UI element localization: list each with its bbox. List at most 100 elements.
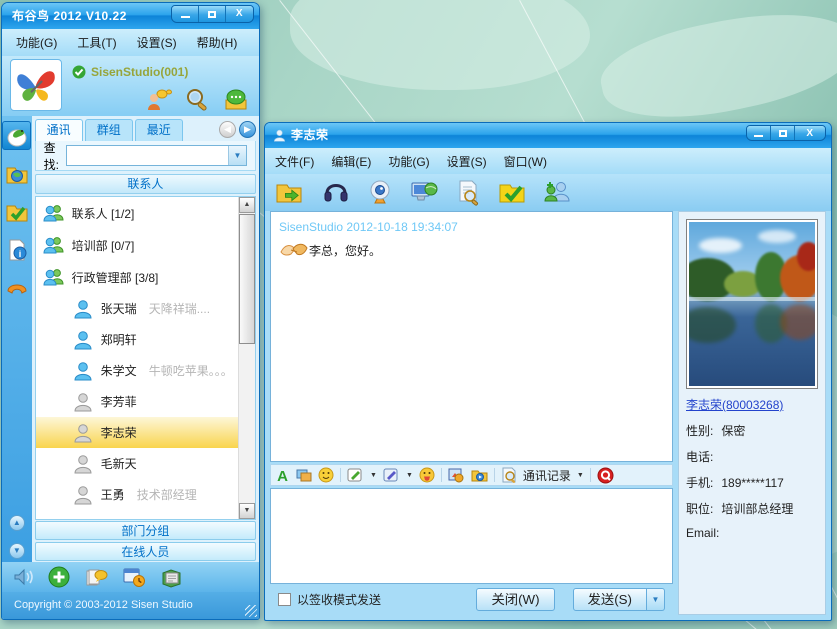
tab-qunzu[interactable]: 群组 [85,119,133,141]
chevron-down-icon[interactable]: ▼ [370,472,377,479]
contact-name: 张天瑞 [101,300,137,317]
menu-gongneng[interactable]: 功能(G) [388,153,429,170]
speaker-icon[interactable] [12,567,34,587]
menu-shezhi[interactable]: 设置(S) [137,34,177,51]
menu-bangzhu[interactable]: 帮助(H) [197,34,238,51]
message-box-icon[interactable] [223,88,249,112]
contacts-scrollbar[interactable]: ▲ ▼ [238,197,255,519]
history-search-icon[interactable] [455,179,481,206]
search-dropdown-button[interactable]: ▼ [228,146,246,165]
rail-phone-button[interactable] [2,273,31,302]
menu-bianji[interactable]: 编辑(E) [331,153,371,170]
screen-capture-icon[interactable] [448,467,465,483]
resize-grip[interactable] [245,605,257,617]
self-status[interactable]: SisenStudio(001) [72,65,188,79]
rail-tasks-button[interactable] [2,197,31,226]
blue-pen-icon[interactable] [383,467,400,483]
butterfly-avatar-icon [14,63,58,107]
tongue-emoticon-icon[interactable] [419,467,435,483]
photo-autumn-tree [797,242,815,272]
green-pen-icon[interactable] [347,467,364,483]
rail-scroll-up-button[interactable]: ▲ [9,515,25,531]
send-button[interactable]: 发送(S) [573,588,647,611]
receipt-mode-label[interactable]: 以签收模式发送 [297,591,381,608]
chevron-down-icon[interactable]: ▼ [406,472,413,479]
send-file-icon[interactable] [275,179,305,206]
contact-row[interactable]: 张天瑞 天降祥瑞.... [36,293,238,324]
chat-record-icon[interactable] [84,567,108,588]
contact-row-selected[interactable]: 李志荣 [36,417,238,448]
profile-field: 手机:189*****117 [686,474,818,491]
tab-arrows: ◀ ▶ [219,121,256,141]
group-row[interactable]: 培训部 [0/7] [36,229,238,261]
contact-row[interactable]: 王勇 技术部经理 [36,479,238,510]
close-button[interactable]: X [226,6,253,22]
tab-prev-button[interactable]: ◀ [219,121,236,138]
records-icon[interactable] [501,467,517,483]
search-icon[interactable] [185,88,210,112]
video-chat-icon[interactable] [367,179,393,206]
minimize-button[interactable] [172,6,199,22]
group-icon [43,204,64,222]
remote-desktop-icon[interactable] [410,179,438,206]
contact-row[interactable]: 郑明轩 [36,324,238,355]
scrollbar-up-button[interactable]: ▲ [239,197,255,213]
schedule-icon[interactable] [122,567,146,588]
contact-row[interactable]: 朱学文 牛顿吃苹果。。。 [36,355,238,386]
news-icon[interactable] [160,567,183,588]
send-options-button[interactable]: ▼ [647,588,665,611]
message-input-area[interactable] [270,488,673,584]
maximize-button[interactable] [771,126,795,140]
close-chat-button[interactable]: 关闭(W) [476,588,554,611]
svg-text:A: A [277,468,288,483]
group-row[interactable]: 联系人 [1/2] [36,197,238,229]
wallpaper-shape [290,0,590,90]
profile-name-link[interactable]: 李志荣(80003268) [686,396,783,413]
rail-scroll-down-button[interactable]: ▼ [9,543,25,559]
block-icon[interactable] [597,467,614,484]
minimize-button[interactable] [747,126,771,140]
field-label: 职位: [686,502,713,516]
rail-contacts-button[interactable] [2,121,31,150]
maximize-button[interactable] [199,6,226,22]
close-button[interactable]: X [795,126,825,140]
tab-zuijin[interactable]: 最近 [135,119,183,141]
group-row[interactable]: 行政管理部 [3/8] [36,261,238,293]
menu-gongju[interactable]: 工具(T) [77,34,116,51]
rail-web-button[interactable] [2,159,31,188]
scrollbar-thumb[interactable] [239,214,255,344]
find-contact-icon[interactable] [146,88,172,112]
emoticon-icon[interactable] [318,467,334,483]
add-icon[interactable] [48,566,70,588]
scroll-down-icon: ▼ [13,546,21,555]
image-icon[interactable] [296,468,312,483]
voice-chat-icon[interactable] [322,179,350,206]
nav-online-button[interactable]: 在线人员 [35,542,256,561]
menu-gongneng[interactable]: 功能(G) [16,34,57,51]
nav-department-button[interactable]: 部门分组 [35,521,256,540]
add-member-icon[interactable] [543,179,571,206]
task-folder-icon[interactable] [498,179,526,206]
message-display-area[interactable]: SisenStudio 2012-10-18 19:34:07 李总，您好。 [270,211,673,462]
contact-row[interactable]: 李芳菲 [36,386,238,417]
menu-shezhi[interactable]: 设置(S) [447,153,487,170]
chevron-down-icon: ▼ [234,151,242,160]
chat-titlebar[interactable]: 李志荣 X [265,123,831,148]
search-input[interactable] [67,146,228,165]
records-label[interactable]: 通讯记录 [523,467,571,484]
receipt-mode-checkbox[interactable] [278,593,291,606]
media-folder-icon[interactable] [471,467,488,483]
tab-next-button[interactable]: ▶ [239,121,256,138]
main-titlebar[interactable]: 布谷鸟 2012 V10.22 X [2,3,259,29]
group-icon [43,268,64,286]
menu-wenjian[interactable]: 文件(F) [275,153,314,170]
self-avatar[interactable] [10,59,62,111]
font-icon[interactable]: A [275,468,290,483]
scrollbar-down-button[interactable]: ▼ [239,503,255,519]
rail-info-button[interactable]: i [2,235,31,264]
photo-reflection [780,304,815,340]
contact-row[interactable]: 毛新天 [36,448,238,479]
menu-chuangkou[interactable]: 窗口(W) [504,153,547,170]
scroll-up-icon: ▲ [244,201,251,208]
chevron-down-icon[interactable]: ▼ [577,472,584,479]
